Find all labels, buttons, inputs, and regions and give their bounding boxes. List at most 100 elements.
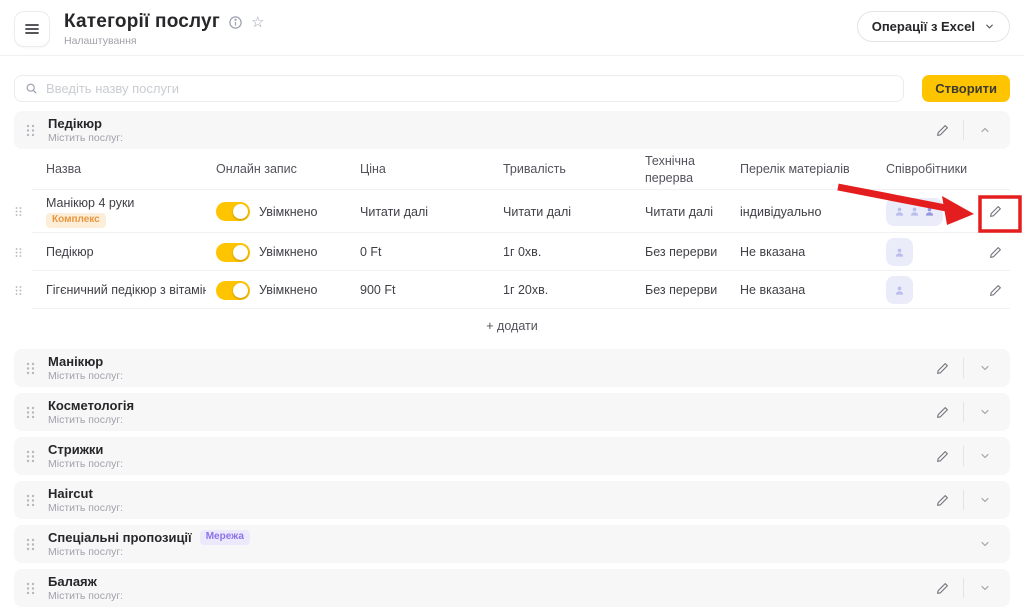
col-header-materials: Перелік матеріалів bbox=[740, 161, 886, 178]
category-card-pedicure[interactable]: Педікюр Містить послуг: bbox=[14, 111, 1010, 149]
col-header-online: Онлайн запис bbox=[216, 161, 360, 178]
price-value: 900 Ft bbox=[360, 283, 503, 297]
drag-handle-icon[interactable] bbox=[26, 362, 35, 375]
price-value[interactable]: Читати далі bbox=[360, 205, 503, 219]
drag-handle-icon[interactable] bbox=[26, 538, 35, 551]
search-box[interactable] bbox=[14, 75, 904, 102]
page-header: Категорії послуг ☆ Налаштування Операції… bbox=[0, 0, 1024, 56]
drag-handle-icon[interactable] bbox=[26, 406, 35, 419]
table-header-row: Назва Онлайн запис Ціна Тривалість Техні… bbox=[14, 149, 1010, 190]
toggle-status-label: Увімкнено bbox=[259, 245, 317, 259]
table-row: Гігєничний педікюр з вітамінн... Увімкне… bbox=[14, 271, 1010, 309]
favorite-star-icon[interactable]: ☆ bbox=[251, 15, 264, 30]
edit-category-icon[interactable] bbox=[929, 488, 955, 512]
online-booking-toggle[interactable] bbox=[216, 281, 250, 300]
person-icon bbox=[894, 206, 905, 217]
create-button[interactable]: Створити bbox=[922, 75, 1010, 102]
network-badge: Мережа bbox=[200, 530, 250, 545]
excel-operations-button[interactable]: Операції з Excel bbox=[857, 11, 1010, 42]
tech-break-value[interactable]: Читати далі bbox=[645, 205, 740, 219]
tech-break-value: Без перерви bbox=[645, 245, 740, 259]
chevron-down-icon bbox=[984, 21, 995, 32]
excel-operations-label: Операції з Excel bbox=[872, 19, 975, 34]
category-name: Спеціальні пропозиції bbox=[48, 530, 192, 545]
drag-handle-icon[interactable] bbox=[26, 450, 35, 463]
category-services-label: Містить послуг: bbox=[48, 590, 123, 602]
drag-handle-icon[interactable] bbox=[26, 582, 35, 595]
col-header-name: Назва bbox=[46, 161, 216, 178]
person-icon bbox=[909, 206, 920, 217]
expand-category-icon[interactable] bbox=[972, 444, 998, 468]
category-services-label: Містить послуг: bbox=[48, 502, 123, 514]
table-row: Манікюр 4 руки Комплекс Увімкнено Читати… bbox=[14, 190, 1010, 233]
col-header-duration: Тривалість bbox=[503, 161, 645, 178]
person-icon bbox=[894, 247, 905, 258]
toolbar: Створити bbox=[14, 75, 1010, 102]
tech-break-value: Без перерви bbox=[645, 283, 740, 297]
edit-category-icon[interactable] bbox=[929, 118, 955, 142]
materials-value: Не вказана bbox=[740, 283, 886, 297]
toggle-status-label: Увімкнено bbox=[259, 205, 317, 219]
category-services-label: Містить послуг: bbox=[48, 414, 134, 426]
expand-category-icon[interactable] bbox=[972, 532, 998, 556]
materials-value: індивідуально bbox=[740, 205, 886, 219]
col-header-employees: Співробітники bbox=[886, 161, 982, 178]
employees-badge[interactable] bbox=[886, 238, 913, 266]
category-name: Haircut bbox=[48, 486, 93, 501]
category-name: Косметологія bbox=[48, 398, 134, 413]
category-name: Педікюр bbox=[48, 116, 102, 131]
category-card-haircuts[interactable]: Стрижки Містить послуг: bbox=[14, 437, 1010, 475]
search-input[interactable] bbox=[46, 81, 893, 96]
edit-service-icon[interactable] bbox=[982, 200, 1008, 224]
breadcrumb: Налаштування bbox=[64, 35, 264, 47]
edit-category-icon[interactable] bbox=[929, 576, 955, 600]
person-icon bbox=[894, 285, 905, 296]
expand-category-icon[interactable] bbox=[972, 356, 998, 380]
price-value: 0 Ft bbox=[360, 245, 503, 259]
category-card-haircut-en[interactable]: Haircut Містить послуг: bbox=[14, 481, 1010, 519]
category-services-label: Містить послуг: bbox=[48, 132, 123, 144]
service-name: Манікюр 4 руки bbox=[46, 196, 206, 210]
complex-badge: Комплекс bbox=[46, 213, 106, 228]
expand-category-icon[interactable] bbox=[972, 400, 998, 424]
online-booking-toggle[interactable] bbox=[216, 202, 250, 221]
category-name: Балаяж bbox=[48, 574, 97, 589]
category-card-manicure[interactable]: Манікюр Містить послуг: bbox=[14, 349, 1010, 387]
info-icon[interactable] bbox=[228, 15, 243, 30]
category-card-balayage[interactable]: Балаяж Містить послуг: bbox=[14, 569, 1010, 607]
edit-category-icon[interactable] bbox=[929, 444, 955, 468]
category-card-cosmetology[interactable]: Косметологія Містить послуг: bbox=[14, 393, 1010, 431]
service-name: Педікюр bbox=[46, 245, 206, 259]
table-row: Педікюр Увімкнено 0 Ft 1г 0хв. Без перер… bbox=[14, 233, 1010, 271]
edit-service-icon[interactable] bbox=[982, 278, 1008, 302]
search-icon bbox=[25, 82, 38, 95]
col-header-price: Ціна bbox=[360, 161, 503, 178]
duration-value[interactable]: Читати далі bbox=[503, 205, 645, 219]
service-name: Гігєничний педікюр з вітамінн... bbox=[46, 283, 206, 297]
employees-badge[interactable] bbox=[886, 198, 943, 226]
drag-handle-icon[interactable] bbox=[14, 285, 46, 296]
category-services-label: Містить послуг: bbox=[48, 370, 123, 382]
employees-badge[interactable] bbox=[886, 276, 913, 304]
drag-handle-icon[interactable] bbox=[14, 247, 46, 258]
materials-value: Не вказана bbox=[740, 245, 886, 259]
add-service-button[interactable]: + додати bbox=[486, 319, 537, 333]
services-table: Назва Онлайн запис Ціна Тривалість Техні… bbox=[14, 149, 1010, 343]
drag-handle-icon[interactable] bbox=[26, 494, 35, 507]
collapse-category-icon[interactable] bbox=[972, 118, 998, 142]
expand-category-icon[interactable] bbox=[972, 488, 998, 512]
drag-handle-icon[interactable] bbox=[26, 124, 35, 137]
col-header-tech-break: Технічна перерва bbox=[645, 153, 740, 187]
category-services-label: Містить послуг: bbox=[48, 458, 123, 470]
expand-category-icon[interactable] bbox=[972, 576, 998, 600]
online-booking-toggle[interactable] bbox=[216, 243, 250, 262]
category-card-special-offers[interactable]: Спеціальні пропозиції Мережа Містить пос… bbox=[14, 525, 1010, 563]
page-title: Категорії послуг bbox=[64, 11, 220, 33]
drag-handle-icon[interactable] bbox=[14, 206, 46, 217]
edit-category-icon[interactable] bbox=[929, 356, 955, 380]
menu-icon[interactable] bbox=[14, 11, 50, 47]
duration-value: 1г 20хв. bbox=[503, 283, 645, 297]
category-name: Манікюр bbox=[48, 354, 103, 369]
edit-category-icon[interactable] bbox=[929, 400, 955, 424]
edit-service-icon[interactable] bbox=[982, 240, 1008, 264]
